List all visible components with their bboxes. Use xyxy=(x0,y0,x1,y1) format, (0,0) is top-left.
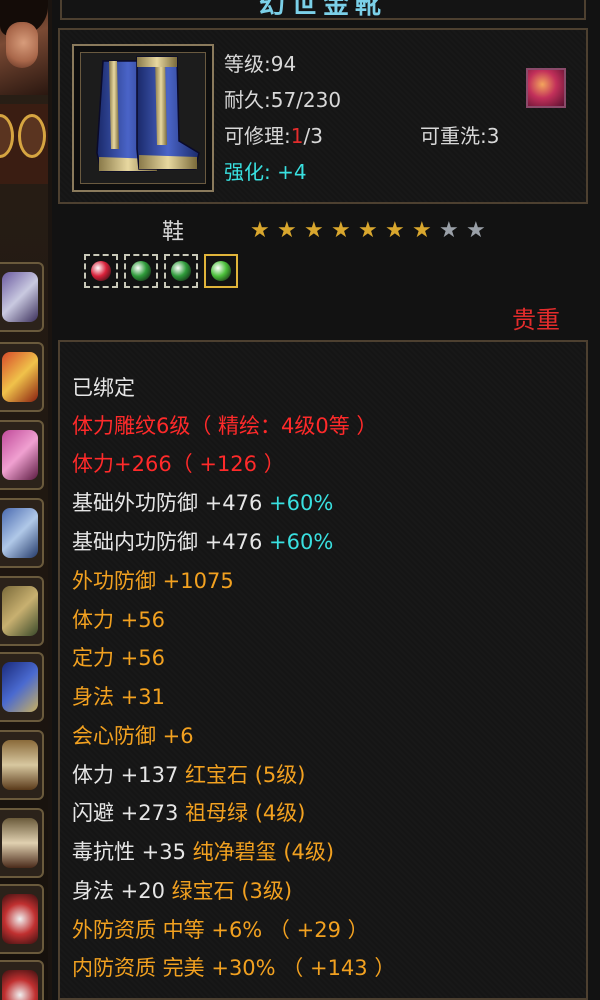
amulet-icon xyxy=(2,894,38,944)
item-header: 等级:94 耐久:57/230 可修理:1/3 可重洗:3 强化: +4 xyxy=(58,28,588,204)
gem-tourmaline-name: 纯净碧玺 (4级) xyxy=(192,840,335,864)
star-filled-icon: ★ xyxy=(385,218,405,243)
boots-icon xyxy=(96,56,200,172)
equip-slot-belt[interactable] xyxy=(0,576,44,646)
gem-tourmaline-stat: 毒抗性 +35 xyxy=(72,840,193,864)
equip-slot-scroll[interactable] xyxy=(0,342,44,412)
gem-socket-1[interactable] xyxy=(84,254,118,288)
belt-icon xyxy=(2,586,38,636)
item-attributes: 已绑定 体力雕纹6级（ 精绘：4级0等 ） 体力+266（ +126 ） 基础外… xyxy=(58,340,588,1000)
scroll-icon xyxy=(2,352,38,402)
item-icon-bg xyxy=(80,52,206,184)
ring-icon xyxy=(2,818,38,868)
gem-line-ruby: 体力 +137 红宝石 (5级) xyxy=(72,759,305,789)
bracer-icon xyxy=(2,430,38,480)
ring-button-group xyxy=(0,104,48,184)
gem-line-emerald: 闪避 +273 祖母绿 (4级) xyxy=(72,797,305,827)
stamina-line: 体力 +56 xyxy=(72,608,165,632)
outer-quality-line: 外防资质 中等 +6% （ +29 ） xyxy=(72,918,369,942)
ring-button-right[interactable] xyxy=(18,114,46,158)
gem-ruby-stat: 体力 +137 xyxy=(72,763,186,787)
amulet-icon xyxy=(2,970,38,1000)
equip-slot-amulet-1[interactable] xyxy=(0,884,44,954)
item-summary: 鞋 ★ ★ ★ ★ ★ ★ ★ ★ ★ 贵重 xyxy=(58,210,588,338)
gem-green-name: 绿宝石 (3级) xyxy=(171,879,293,903)
base-outer-def-pct: +60% xyxy=(269,491,334,515)
item-enhance: 强化: +4 xyxy=(224,156,307,185)
agility-line: 身法 +31 xyxy=(72,685,165,709)
base-outer-def-label: 基础外功防御 +476 xyxy=(72,491,270,515)
gem-sockets xyxy=(84,254,244,292)
base-inner-def-line: 基础内功防御 +476 +60% xyxy=(72,526,333,556)
gem-socket-3[interactable] xyxy=(164,254,198,288)
gem-socket-4[interactable] xyxy=(204,254,238,288)
base-outer-def-line: 基础外功防御 +476 +60% xyxy=(72,487,333,517)
outer-def-line: 外功防御 +1075 xyxy=(72,569,234,593)
equip-slot-boots[interactable] xyxy=(0,652,44,722)
item-title: 幻世金靴 xyxy=(258,0,387,20)
enhance-value: +4 xyxy=(277,160,307,184)
boots-icon xyxy=(2,662,38,712)
star-filled-icon: ★ xyxy=(277,218,297,243)
star-filled-icon: ★ xyxy=(412,218,432,243)
equip-slot-shoulder[interactable] xyxy=(0,262,44,332)
equip-slot-ring-1[interactable] xyxy=(0,730,44,800)
item-level: 等级:94 xyxy=(224,52,297,76)
gem-green-stat: 身法 +20 xyxy=(72,879,172,903)
item-rarity: 贵重 xyxy=(512,306,560,334)
glove-icon xyxy=(2,508,38,558)
item-rewash: 可重洗:3 xyxy=(420,124,500,148)
item-type: 鞋 xyxy=(162,220,185,245)
equip-slot-ring-2[interactable] xyxy=(0,808,44,878)
red-gem-icon xyxy=(91,261,111,281)
star-filled-icon: ★ xyxy=(250,218,270,243)
stamina-bonus-line: 体力+266（ +126 ） xyxy=(72,452,285,476)
green-gem-icon xyxy=(171,261,191,281)
equip-slot-amulet-2[interactable] xyxy=(0,960,44,1000)
portrait-face xyxy=(6,22,38,68)
crit-def-line: 会心防御 +6 xyxy=(72,724,194,748)
green-gem-selected-icon xyxy=(211,261,231,281)
repair-used: 1 xyxy=(290,124,304,148)
focus-line: 定力 +56 xyxy=(72,646,165,670)
star-filled-icon: ★ xyxy=(331,218,351,243)
base-inner-def-label: 基础内功防御 +476 xyxy=(72,530,270,554)
gem-emerald-name: 祖母绿 (4级) xyxy=(185,801,306,825)
character-portrait[interactable] xyxy=(0,0,48,95)
green-gem-icon xyxy=(131,261,151,281)
ring-button-left[interactable] xyxy=(0,114,14,158)
gem-line-tourmaline: 毒抗性 +35 纯净碧玺 (4级) xyxy=(72,836,334,866)
flame-skill-icon[interactable] xyxy=(526,68,566,108)
star-rating: ★ ★ ★ ★ ★ ★ ★ ★ ★ xyxy=(250,220,493,242)
equip-slot-bracer[interactable] xyxy=(0,420,44,490)
gem-line-green: 身法 +20 绿宝石 (3级) xyxy=(72,875,292,905)
item-icon-frame xyxy=(72,44,214,192)
enhance-label: 强化: xyxy=(224,160,278,184)
repair-label: 可修理: xyxy=(224,124,291,148)
item-repair: 可修理:1/3 xyxy=(224,120,323,149)
ring-icon xyxy=(2,740,38,790)
carve-line: 体力雕纹6级（ 精绘：4级0等 ） xyxy=(72,414,378,438)
gem-socket-2[interactable] xyxy=(124,254,158,288)
shoulder-icon xyxy=(2,272,38,322)
item-durability: 耐久:57/230 xyxy=(224,88,342,112)
item-title-bar: 幻世金靴 xyxy=(60,0,586,20)
inner-quality-line: 内防资质 完美 +30% （ +143 ） xyxy=(72,956,396,980)
item-tooltip: 幻世金靴 等级:94 耐久:57/230 可修理:1/3 可重洗:3 强化: +… xyxy=(52,0,600,1000)
star-empty-icon: ★ xyxy=(466,218,486,243)
repair-total: /3 xyxy=(303,124,323,148)
equip-slot-glove[interactable] xyxy=(0,498,44,568)
star-filled-icon: ★ xyxy=(358,218,378,243)
bound-status: 已绑定 xyxy=(72,376,135,400)
gem-ruby-name: 红宝石 (5级) xyxy=(185,763,306,787)
star-empty-icon: ★ xyxy=(439,218,459,243)
base-inner-def-pct: +60% xyxy=(269,530,334,554)
gem-emerald-stat: 闪避 +273 xyxy=(72,801,186,825)
star-filled-icon: ★ xyxy=(304,218,324,243)
equipment-sidebar xyxy=(0,0,48,1000)
